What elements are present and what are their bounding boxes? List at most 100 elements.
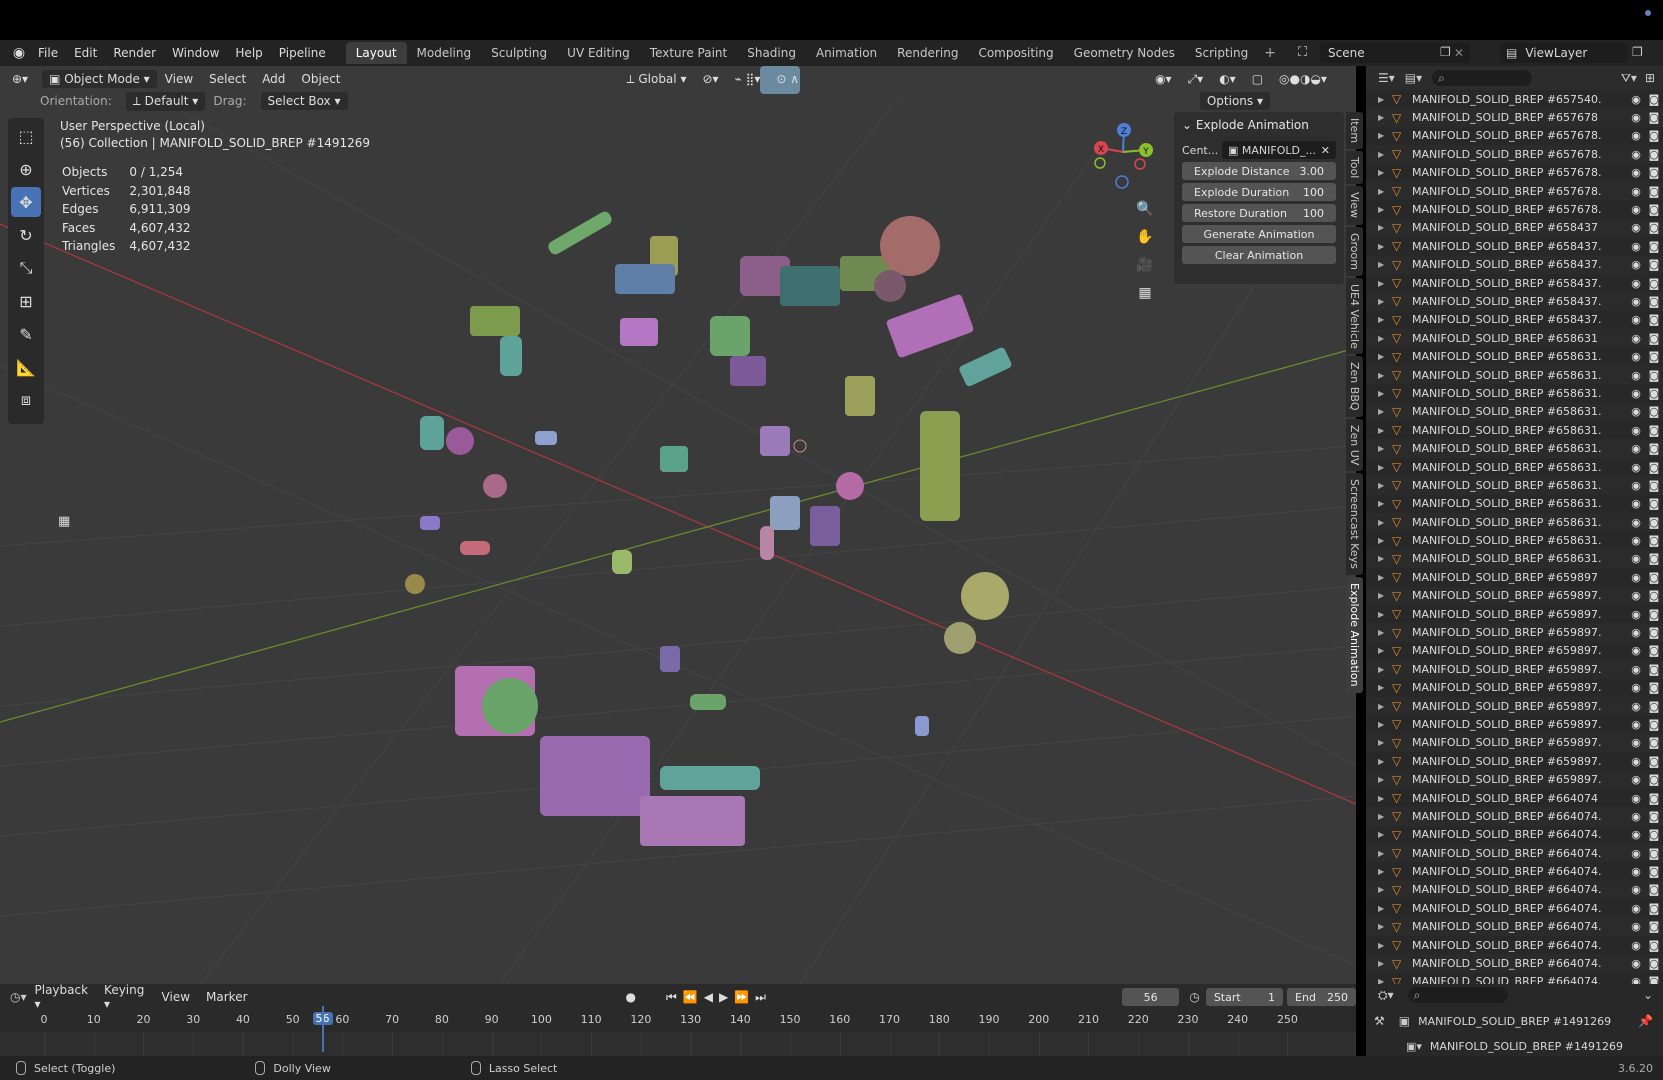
generate-animation-button[interactable]: Generate Animation <box>1182 225 1336 243</box>
tab-scripting[interactable]: Scripting <box>1185 42 1258 64</box>
outliner-row[interactable]: ▶ ▽ MANIFOLD_SOLID_BREP #664074 ◉ ◙ <box>1366 789 1663 807</box>
snap-icon[interactable]: ⌁ ⣿▾ <box>727 72 769 86</box>
navigation-gizmo[interactable]: Z X Y <box>1088 120 1158 190</box>
eye-visibility-icon[interactable]: ◉ <box>1627 920 1645 933</box>
camera-render-icon[interactable]: ◙ <box>1645 332 1663 345</box>
view-layer-field[interactable]: ▤ ViewLayer <box>1500 43 1628 63</box>
expand-arrow-icon[interactable]: ▶ <box>1378 554 1392 563</box>
expand-arrow-icon[interactable]: ▶ <box>1378 481 1392 490</box>
drag-dropdown[interactable]: Select Box ▾ <box>260 92 348 110</box>
menu-help[interactable]: Help <box>227 40 270 66</box>
camera-render-icon[interactable]: ◙ <box>1645 111 1663 124</box>
tab-shading[interactable]: Shading <box>737 42 806 64</box>
pin-icon[interactable]: 📌 <box>1638 1014 1663 1028</box>
outliner-row[interactable]: ▶ ▽ MANIFOLD_SOLID_BREP #658631. ◉ ◙ <box>1366 549 1663 569</box>
annotate-tool-icon[interactable]: ✎ <box>11 319 41 349</box>
close-icon[interactable]: ✕ <box>1454 46 1470 60</box>
camera-render-icon[interactable]: ◙ <box>1645 552 1663 565</box>
outliner-row[interactable]: ▶ ▽ MANIFOLD_SOLID_BREP #658437. ◉ ◙ <box>1366 292 1663 311</box>
eye-visibility-icon[interactable]: ◉ <box>1627 516 1645 529</box>
outliner-row[interactable]: ▶ ▽ MANIFOLD_SOLID_BREP #657678. ◉ ◙ <box>1366 181 1663 201</box>
expand-arrow-icon[interactable]: ▶ <box>1378 922 1392 931</box>
camera-render-icon[interactable]: ◙ <box>1645 608 1663 621</box>
pivot-icon[interactable]: ⊘▾ <box>694 72 726 86</box>
measure-tool-icon[interactable]: 📐 <box>11 352 41 382</box>
playhead-line[interactable] <box>321 1006 324 1052</box>
camera-render-icon[interactable]: ◙ <box>1645 277 1663 290</box>
outliner-row[interactable]: ▶ ▽ MANIFOLD_SOLID_BREP #664074. ◉ ◙ <box>1366 936 1663 954</box>
camera-render-icon[interactable]: ◙ <box>1645 939 1663 952</box>
shading-modes-icon[interactable]: ◎●◑◒▾ <box>1271 72 1335 86</box>
expand-arrow-icon[interactable]: ▶ <box>1378 849 1392 858</box>
explode-distance-field[interactable]: Explode Distance 3.00 <box>1182 162 1336 180</box>
timeline-editor-icon[interactable]: ◷▾ <box>0 990 27 1004</box>
expand-arrow-icon[interactable]: ▶ <box>1378 279 1392 288</box>
outliner-row[interactable]: ▶ ▽ MANIFOLD_SOLID_BREP #658437. ◉ ◙ <box>1366 274 1663 292</box>
eye-visibility-icon[interactable]: ◉ <box>1627 277 1645 290</box>
outliner-row[interactable]: ▶ ▽ MANIFOLD_SOLID_BREP #658631. ◉ ◙ <box>1366 458 1663 476</box>
eye-visibility-icon[interactable]: ◉ <box>1627 313 1645 326</box>
new-view-layer-icon[interactable]: ❐ <box>1632 45 1643 59</box>
outliner-row[interactable]: ▶ ▽ MANIFOLD_SOLID_BREP #659897 ◉ ◙ <box>1366 568 1663 586</box>
overlay-toggle-icon[interactable]: ◐▾ <box>1211 72 1244 86</box>
scale-tool-icon[interactable]: ⤡ <box>11 253 41 283</box>
eye-visibility-icon[interactable]: ◉ <box>1627 148 1645 161</box>
outliner-row[interactable]: ▶ ▽ MANIFOLD_SOLID_BREP #664074. ◉ ◙ <box>1366 880 1663 900</box>
outliner-row[interactable]: ▶ ▽ MANIFOLD_SOLID_BREP #659897. ◉ ◙ <box>1366 660 1663 679</box>
menu-object[interactable]: Object <box>293 72 348 86</box>
eye-visibility-icon[interactable]: ◉ <box>1627 552 1645 565</box>
eye-visibility-icon[interactable]: ◉ <box>1627 939 1645 952</box>
eye-visibility-icon[interactable]: ◉ <box>1627 681 1645 694</box>
tab-item[interactable]: Item <box>1346 112 1363 150</box>
camera-render-icon[interactable]: ◙ <box>1645 681 1663 694</box>
new-scene-icon[interactable]: ❐ <box>1440 45 1451 59</box>
eye-visibility-icon[interactable]: ◉ <box>1627 258 1645 271</box>
camera-render-icon[interactable]: ◙ <box>1645 387 1663 400</box>
expand-arrow-icon[interactable]: ▶ <box>1378 223 1392 232</box>
expand-arrow-icon[interactable]: ▶ <box>1378 665 1392 674</box>
select-box-tool-icon[interactable]: ⬚ <box>11 121 41 151</box>
outliner-row[interactable]: ▶ ▽ MANIFOLD_SOLID_BREP #659897. ◉ ◙ <box>1366 752 1663 770</box>
expand-arrow-icon[interactable]: ▶ <box>1378 389 1392 398</box>
menu-timeline-view[interactable]: View <box>154 990 198 1004</box>
tab-geometry-nodes[interactable]: Geometry Nodes <box>1064 42 1185 64</box>
eye-visibility-icon[interactable]: ◉ <box>1627 534 1645 547</box>
frame-ruler[interactable]: 0 10 20 30 40 50 60 70 80 90 100 110 120 130 140 150 160… <box>0 1010 1356 1032</box>
outliner-row[interactable]: ▶ ▽ MANIFOLD_SOLID_BREP #658631. ◉ ◙ <box>1366 421 1663 439</box>
expand-arrow-icon[interactable]: ▶ <box>1378 591 1392 600</box>
tools-icon[interactable]: ⚒ <box>1374 1014 1385 1028</box>
eye-visibility-icon[interactable]: ◉ <box>1627 718 1645 731</box>
outliner-row[interactable]: ▶ ▽ MANIFOLD_SOLID_BREP #664074. ◉ ◙ <box>1366 807 1663 826</box>
start-frame-field[interactable]: Start 1 <box>1205 988 1284 1006</box>
menu-playback[interactable]: Playback ▾ <box>27 983 97 1011</box>
explode-duration-field[interactable]: Explode Duration 100 <box>1182 183 1336 201</box>
expand-arrow-icon[interactable]: ▶ <box>1378 518 1392 527</box>
panel-header[interactable]: ⌄ Explode Animation <box>1174 112 1344 138</box>
transform-tool-icon[interactable]: ⊞ <box>11 286 41 316</box>
expand-arrow-icon[interactable]: ▶ <box>1378 702 1392 711</box>
properties-search-input[interactable]: ⌕ <box>1407 987 1508 1003</box>
expand-arrow-icon[interactable]: ▶ <box>1378 205 1392 214</box>
outliner-row[interactable]: ▶ ▽ MANIFOLD_SOLID_BREP #659897. ◉ ◙ <box>1366 586 1663 605</box>
chevron-down-icon[interactable]: ⌄ <box>1643 988 1663 1002</box>
camera-render-icon[interactable]: ◙ <box>1645 957 1663 970</box>
camera-render-icon[interactable]: ◙ <box>1645 571 1663 584</box>
camera-render-icon[interactable]: ◙ <box>1645 221 1663 234</box>
outliner-row[interactable]: ▶ ▽ MANIFOLD_SOLID_BREP #658631. ◉ ◙ <box>1366 402 1663 422</box>
camera-render-icon[interactable]: ◙ <box>1645 185 1663 198</box>
tab-zen-bbq[interactable]: Zen BBQ <box>1346 356 1363 417</box>
move-tool-icon[interactable]: ✥ <box>11 187 41 217</box>
film-clapper-icon[interactable]: ▦ <box>58 514 70 529</box>
filter-icon[interactable]: ⛛▾ <box>1621 71 1637 86</box>
editor-type-icon[interactable]: ⊕▾ <box>0 72 36 86</box>
camera-view-icon[interactable]: 🎥 <box>1133 253 1157 277</box>
display-mode-icon[interactable]: ▤▾ <box>1395 71 1422 85</box>
expand-arrow-icon[interactable]: ▶ <box>1378 463 1392 472</box>
expand-arrow-icon[interactable]: ▶ <box>1378 573 1392 582</box>
timeline-track[interactable] <box>0 1032 1356 1056</box>
expand-arrow-icon[interactable]: ▶ <box>1378 187 1392 196</box>
menu-marker[interactable]: Marker <box>198 990 255 1004</box>
outliner-row[interactable]: ▶ ▽ MANIFOLD_SOLID_BREP #658631. ◉ ◙ <box>1366 365 1663 385</box>
tab-rendering[interactable]: Rendering <box>887 42 968 64</box>
outliner-row[interactable]: ▶ ▽ MANIFOLD_SOLID_BREP #657678 ◉ ◙ <box>1366 108 1663 127</box>
